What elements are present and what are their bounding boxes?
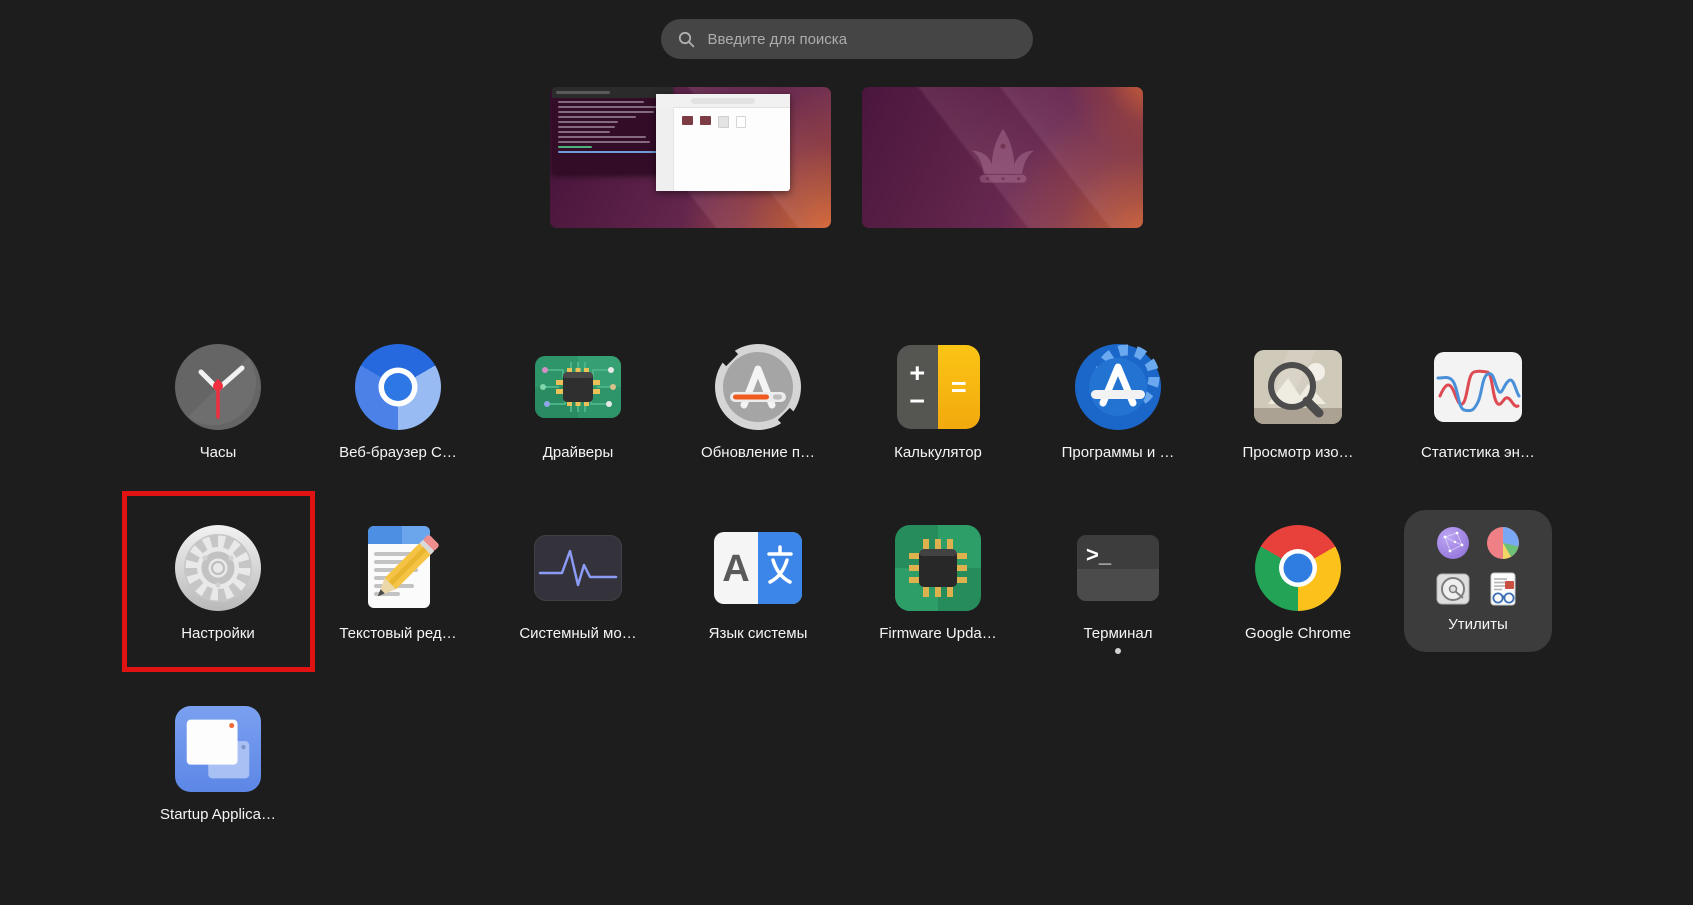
prompt-glyph: >_ xyxy=(1086,542,1112,567)
disk-usage-pie-icon xyxy=(1485,525,1521,561)
startup-applications-icon xyxy=(174,705,262,793)
app-settings[interactable]: Настройки xyxy=(122,491,315,672)
equals-glyph: = xyxy=(950,371,967,402)
search-bar[interactable] xyxy=(660,19,1033,59)
app-label: Программы и … xyxy=(1061,444,1175,461)
app-label: Терминал xyxy=(1083,625,1153,642)
minus-glyph: − xyxy=(909,386,926,416)
folder-label: Утилиты xyxy=(1448,616,1508,633)
power-statistics-icon xyxy=(1434,343,1522,431)
language-icon: A xyxy=(714,524,802,612)
disks-icon xyxy=(1435,571,1471,607)
app-chromium[interactable]: Веб-браузер C… xyxy=(308,310,488,491)
app-drivers[interactable]: Драйверы xyxy=(488,310,668,491)
app-label: Google Chrome xyxy=(1245,625,1351,642)
running-indicator xyxy=(1115,648,1121,654)
app-grid: Часы Веб-браузер C… Драйверы Обновление … xyxy=(122,310,1568,853)
app-label: Статистика эн… xyxy=(1421,444,1535,461)
app-folder-utilities[interactable]: Утилиты xyxy=(1388,491,1568,672)
files-window-preview xyxy=(656,94,790,191)
app-calculator[interactable]: + − = Калькулятор xyxy=(848,310,1028,491)
app-google-chrome[interactable]: Google Chrome xyxy=(1208,491,1388,672)
firmware-updater-icon xyxy=(894,524,982,612)
app-firmware-updater[interactable]: Firmware Upda… xyxy=(848,491,1028,672)
chromium-icon xyxy=(354,343,442,431)
text-editor-icon xyxy=(354,524,442,612)
app-label: Системный мо… xyxy=(519,625,637,642)
search-input[interactable] xyxy=(705,29,1016,49)
software-updater-icon xyxy=(714,343,802,431)
app-label: Язык системы xyxy=(708,625,808,642)
app-clocks[interactable]: Часы xyxy=(128,310,308,491)
app-software-updater[interactable]: Обновление п… xyxy=(668,310,848,491)
image-viewer-icon xyxy=(1254,343,1342,431)
search-icon xyxy=(678,31,694,47)
app-label: Firmware Upda… xyxy=(879,625,997,642)
calculator-icon: + − = xyxy=(894,343,982,431)
app-label: Драйверы xyxy=(542,444,614,461)
app-label: Просмотр изо… xyxy=(1242,444,1354,461)
workspace-switcher xyxy=(0,87,1693,228)
app-software-properties[interactable]: Программы и … xyxy=(1028,310,1208,491)
app-terminal[interactable]: >_ Терминал xyxy=(1028,491,1208,672)
settings-gear-icon xyxy=(174,524,262,612)
clock-icon xyxy=(174,343,262,431)
chrome-icon xyxy=(1254,524,1342,612)
terminal-window-preview xyxy=(552,87,673,174)
plus-glyph: + xyxy=(909,358,926,388)
software-properties-icon xyxy=(1074,343,1162,431)
latin-a-glyph: A xyxy=(722,548,749,590)
workspace-thumbnail-1[interactable] xyxy=(550,87,831,228)
document-viewer-icon xyxy=(1485,571,1521,607)
app-label: Веб-браузер C… xyxy=(339,444,457,461)
app-label: Startup Applica… xyxy=(160,806,276,823)
ubuntu-crown-emblem xyxy=(971,128,1034,183)
app-language[interactable]: A Язык системы xyxy=(668,491,848,672)
terminal-icon: >_ xyxy=(1074,524,1162,612)
app-power-statistics[interactable]: Статистика эн… xyxy=(1388,310,1568,491)
app-text-editor[interactable]: Текстовый ред… xyxy=(308,491,488,672)
drivers-icon xyxy=(534,343,622,431)
app-label: Текстовый ред… xyxy=(339,625,457,642)
app-system-monitor[interactable]: Системный мо… xyxy=(488,491,668,672)
app-image-viewer[interactable]: Просмотр изо… xyxy=(1208,310,1388,491)
workspace-thumbnail-2[interactable] xyxy=(862,87,1143,228)
app-label: Калькулятор xyxy=(894,444,982,461)
app-label: Часы xyxy=(199,444,237,461)
usage-sphere-icon xyxy=(1435,525,1471,561)
system-monitor-icon xyxy=(534,524,622,612)
app-label: Обновление п… xyxy=(701,444,815,461)
app-label: Настройки xyxy=(181,625,255,642)
app-startup-applications[interactable]: Startup Applica… xyxy=(128,672,308,853)
folder-background: Утилиты xyxy=(1404,510,1552,652)
